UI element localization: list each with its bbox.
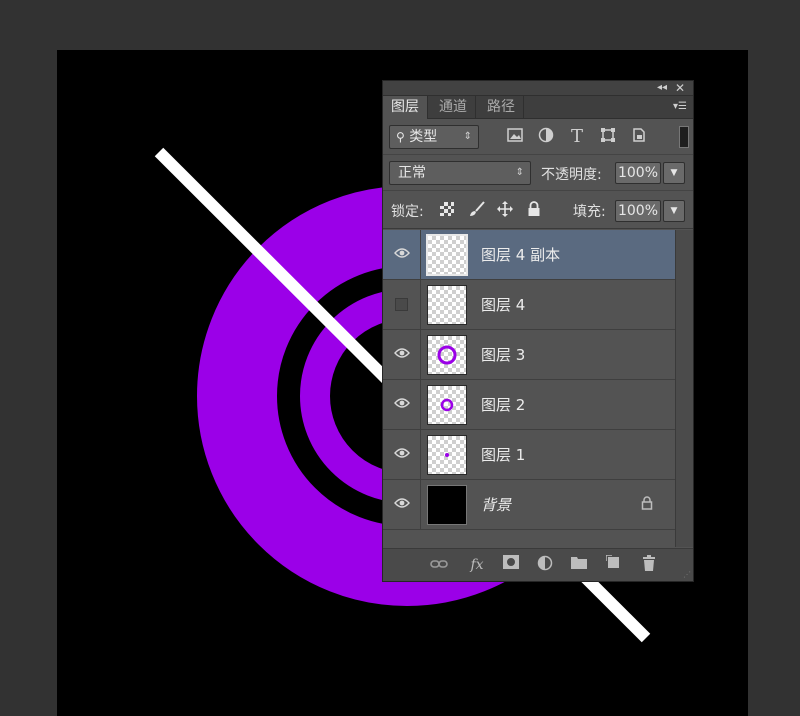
lock-label: 锁定: xyxy=(391,204,424,220)
layer-thumbnail xyxy=(427,485,467,525)
new-adjustment-icon[interactable] xyxy=(535,555,555,575)
layers-list: 图层 4 副本 图层 4 图层 3 图层 2 图层 1 背景 xyxy=(383,230,675,547)
layer-name[interactable]: 图层 4 xyxy=(481,294,525,315)
layer-thumbnail xyxy=(427,335,467,375)
opacity-label: 不透明度: xyxy=(541,167,602,183)
hidden-visibility-box xyxy=(395,298,408,311)
blend-row: 正常 ⇕ 不透明度: 100% ▼ xyxy=(383,156,693,191)
blend-mode-value: 正常 xyxy=(398,165,426,181)
resize-grip-icon[interactable]: ⋰ xyxy=(683,570,691,579)
eye-icon xyxy=(394,248,410,258)
updown-arrow-icon: ⇕ xyxy=(515,167,524,178)
adjustment-filter-icon[interactable] xyxy=(536,127,556,147)
panel-menu-icon[interactable]: ▾☰ xyxy=(673,101,687,112)
visibility-cell[interactable] xyxy=(383,330,421,379)
layer-row[interactable]: 图层 1 xyxy=(383,430,675,480)
filter-kind-select[interactable]: ⚲ 类型 ⇕ xyxy=(389,125,479,149)
fill-dropdown-button[interactable]: ▼ xyxy=(663,200,685,222)
visibility-cell[interactable] xyxy=(383,480,421,529)
close-icon[interactable]: ✕ xyxy=(675,81,685,95)
ring-large-thumb xyxy=(437,345,457,365)
layer-row[interactable]: 图层 3 xyxy=(383,330,675,380)
lock-image-icon[interactable] xyxy=(467,201,487,221)
add-mask-icon[interactable] xyxy=(501,555,521,575)
panel-tabs: 图层 通道 路径 ▾☰ xyxy=(383,96,693,119)
tab-paths[interactable]: 路径 xyxy=(479,96,524,118)
filter-kind-label: 类型 xyxy=(409,129,438,145)
lock-row: 锁定: 填充: 100% ▼ xyxy=(383,192,693,229)
layer-thumbnail xyxy=(427,385,467,425)
smart-object-filter-icon[interactable] xyxy=(629,127,649,147)
layer-name[interactable]: 图层 1 xyxy=(481,444,525,465)
layer-row[interactable]: 背景 xyxy=(383,480,675,530)
filter-toggle-switch[interactable] xyxy=(679,126,689,148)
lock-position-icon[interactable] xyxy=(495,201,515,221)
layer-name[interactable]: 图层 4 副本 xyxy=(481,244,560,265)
layers-panel: ◂◂ ✕ 图层 通道 路径 ▾☰ ⚲ 类型 ⇕ T 正常 ⇕ 不透明度: 100… xyxy=(382,80,694,582)
visibility-cell[interactable] xyxy=(383,430,421,479)
eye-icon xyxy=(394,498,410,508)
tab-layers[interactable]: 图层 xyxy=(383,96,428,119)
layer-thumbnail xyxy=(426,234,468,276)
lock-transparent-icon[interactable] xyxy=(437,201,457,221)
panel-bottom-toolbar: fx ⋰ xyxy=(383,548,693,581)
opacity-dropdown-button[interactable]: ▼ xyxy=(663,162,685,184)
type-filter-icon[interactable]: T xyxy=(567,127,587,147)
visibility-cell[interactable] xyxy=(383,280,421,329)
updown-arrow-icon: ⇕ xyxy=(463,131,472,142)
eye-icon xyxy=(394,348,410,358)
fx-icon[interactable]: fx xyxy=(467,555,487,575)
layer-thumbnail xyxy=(427,435,467,475)
panel-titlebar: ◂◂ ✕ xyxy=(383,81,693,96)
visibility-cell[interactable] xyxy=(383,380,421,429)
layer-row[interactable]: 图层 2 xyxy=(383,380,675,430)
image-filter-icon[interactable] xyxy=(505,127,525,147)
eye-icon xyxy=(394,398,410,408)
lock-icon xyxy=(641,496,653,510)
layer-row[interactable]: 图层 4 副本 xyxy=(383,230,675,280)
visibility-cell[interactable] xyxy=(383,230,421,279)
new-layer-icon[interactable] xyxy=(603,554,623,575)
collapse-icon[interactable]: ◂◂ xyxy=(657,81,667,95)
fill-input[interactable]: 100% xyxy=(615,200,661,222)
layer-thumbnail xyxy=(427,285,467,325)
search-icon: ⚲ xyxy=(396,130,405,144)
blend-mode-select[interactable]: 正常 ⇕ xyxy=(389,161,531,185)
fill-label: 填充: xyxy=(573,204,606,220)
layer-name[interactable]: 图层 3 xyxy=(481,344,525,365)
ring-small-thumb xyxy=(440,398,454,412)
eye-icon xyxy=(394,448,410,458)
delete-layer-icon[interactable] xyxy=(639,555,659,575)
filter-row: ⚲ 类型 ⇕ T xyxy=(383,119,693,155)
shape-filter-icon[interactable] xyxy=(598,127,618,147)
layer-name[interactable]: 背景 xyxy=(481,494,511,515)
dot-thumb xyxy=(445,453,449,457)
lock-all-icon[interactable] xyxy=(524,201,544,221)
layer-name[interactable]: 图层 2 xyxy=(481,394,525,415)
tab-channels[interactable]: 通道 xyxy=(431,96,476,118)
layers-scrollbar[interactable] xyxy=(675,230,693,547)
new-group-icon[interactable] xyxy=(569,555,589,575)
link-layers-icon[interactable] xyxy=(429,555,449,575)
layer-row[interactable]: 图层 4 xyxy=(383,280,675,330)
opacity-input[interactable]: 100% xyxy=(615,162,661,184)
